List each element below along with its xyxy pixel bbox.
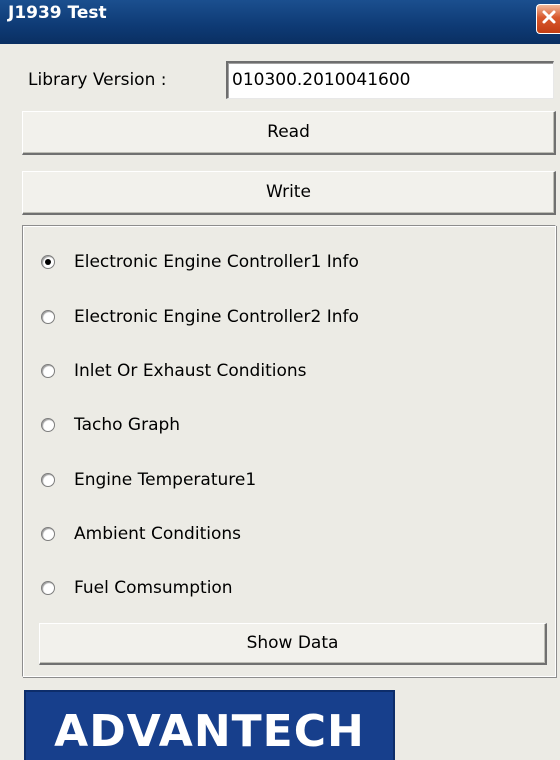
radio-button[interactable] [41,581,55,595]
option-eec2-info[interactable]: Electronic Engine Controller2 Info [41,303,359,331]
radio-button[interactable] [41,418,55,432]
option-label: Engine Temperature1 [74,470,257,490]
option-ambient-conditions[interactable]: Ambient Conditions [41,520,241,548]
read-button[interactable]: Read [22,111,556,155]
option-fuel-consumption[interactable]: Fuel Comsumption [41,574,233,602]
option-eec1-info[interactable]: Electronic Engine Controller1 Info [41,248,359,276]
radio-button[interactable] [41,473,55,487]
option-label: Fuel Comsumption [74,578,233,598]
option-tacho-graph[interactable]: Tacho Graph [41,411,180,439]
library-version-field[interactable]: 010300.2010041600 [226,61,554,99]
radio-button[interactable] [41,310,55,324]
radio-button[interactable] [41,255,55,269]
option-label: Tacho Graph [74,415,181,435]
window-title: J1939 Test [8,3,107,23]
j1939-test-window: J1939 Test Library Version : 010300.2010… [0,0,560,760]
close-button[interactable] [536,4,560,34]
data-type-group: Electronic Engine Controller1 Info Elect… [22,225,556,677]
option-engine-temperature1[interactable]: Engine Temperature1 [41,466,256,494]
logo-text: ADVANTECH [54,706,365,757]
option-inlet-exhaust-conditions[interactable]: Inlet Or Exhaust Conditions [41,357,307,385]
radio-button[interactable] [41,527,55,541]
advantech-logo: ADVANTECH [24,690,395,760]
option-label: Electronic Engine Controller2 Info [74,307,359,327]
title-bar[interactable]: J1939 Test [0,0,560,44]
option-label: Inlet Or Exhaust Conditions [74,361,307,381]
close-icon [542,10,556,24]
option-label: Ambient Conditions [74,524,241,544]
library-version-label: Library Version : [28,70,167,90]
show-data-button[interactable]: Show Data [39,623,547,665]
radio-button[interactable] [41,364,55,378]
write-button[interactable]: Write [22,171,556,215]
option-label: Electronic Engine Controller1 Info [74,252,359,272]
